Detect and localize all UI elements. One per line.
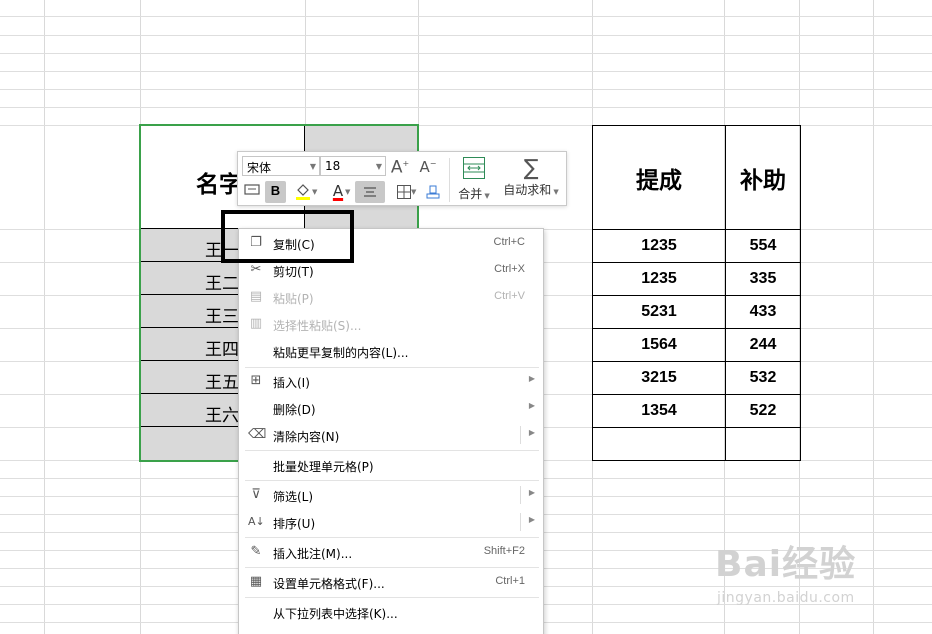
menu-item-paste-earlier[interactable]: 粘贴更早复制的内容(L)...: [239, 339, 543, 363]
chevron-down-icon: ▼: [375, 162, 382, 171]
menu-item-clear-contents[interactable]: ⌫ 清除内容(N) ▶: [239, 423, 543, 447]
chevron-right-icon: ▶: [528, 488, 535, 497]
menu-item-batch-process[interactable]: 批量处理单元格(P): [239, 453, 543, 477]
table-cell[interactable]: 3215: [592, 361, 726, 395]
paste-special-icon: ▥: [249, 316, 263, 331]
header-allowance[interactable]: 补助: [725, 125, 801, 230]
comment-icon: ✎: [250, 544, 262, 559]
menu-separator: [245, 367, 539, 368]
scissors-icon: ✂: [250, 262, 262, 277]
chevron-right-icon: ▶: [528, 515, 535, 524]
table-cell[interactable]: 1354: [592, 394, 726, 428]
menu-separator: [245, 480, 539, 481]
increase-font-icon: A: [390, 157, 403, 178]
sort-icon: A↓: [248, 515, 265, 528]
chevron-right-icon: ▶: [528, 374, 535, 383]
clear-format-button[interactable]: [422, 181, 444, 203]
highlight-box: [221, 210, 354, 263]
bold-button[interactable]: B: [265, 181, 286, 203]
context-menu: ❐ 复制(C) Ctrl+C ✂ 剪切(T) Ctrl+X ▤ 粘贴(P) Ct…: [238, 228, 544, 634]
decrease-font-icon: A: [419, 158, 430, 176]
menu-item-format-cells[interactable]: ▦ 设置单元格格式(F)... Ctrl+1: [239, 570, 543, 594]
align-center-icon: [364, 187, 376, 197]
fill-color-button[interactable]: ▼: [290, 181, 318, 203]
table-cell[interactable]: 1564: [592, 328, 726, 362]
format-painter-button[interactable]: [242, 182, 262, 204]
font-color-icon: A: [332, 182, 344, 200]
font-size-select[interactable]: 18 ▼: [320, 156, 386, 176]
table-cell[interactable]: 554: [725, 229, 801, 263]
menu-separator: [245, 597, 539, 598]
eraser-icon: ⌫: [248, 427, 267, 442]
chevron-down-icon: ▼: [309, 162, 316, 171]
paint-bucket-icon: [296, 184, 310, 200]
merge-button[interactable]: 合并 ▼: [454, 156, 494, 204]
toolbar-separator: [449, 158, 450, 202]
table-cell[interactable]: 522: [725, 394, 801, 428]
chevron-right-icon: ▶: [528, 428, 535, 437]
menu-item-insert-comment[interactable]: ✎ 插入批注(M)... Shift+F2: [239, 540, 543, 564]
menu-separator: [245, 567, 539, 568]
menu-item-paste-special[interactable]: ▥ 选择性粘贴(S)...: [239, 312, 543, 336]
autosum-label: 自动求和 ▼: [503, 183, 559, 197]
increase-font-button[interactable]: A+: [390, 154, 410, 178]
align-center-button[interactable]: [355, 181, 385, 203]
table-cell[interactable]: 1235: [592, 229, 726, 263]
menu-item-paste[interactable]: ▤ 粘贴(P) Ctrl+V: [239, 285, 543, 309]
header-commission[interactable]: 提成: [592, 125, 726, 230]
paste-icon: ▤: [249, 289, 263, 304]
menu-item-filter[interactable]: ⊽ 筛选(L) ▶: [239, 483, 543, 507]
right-table: 提成 补助 1235 554 1235 335 5231 433 1564 244 32…: [592, 125, 801, 461]
mini-toolbar: 宋体 ▼ 18 ▼ A+ A− B ▼ A ▼ ▼ 合并 ▼ ∑ 自动求和 ▼: [237, 151, 567, 206]
format-cells-icon: ▦: [249, 574, 263, 589]
font-name-value: 宋体: [247, 161, 272, 175]
decrease-font-button[interactable]: A−: [418, 154, 438, 176]
watermark-url: jingyan.baidu.com: [717, 590, 855, 606]
font-name-select[interactable]: 宋体 ▼: [242, 156, 320, 176]
menu-separator: [245, 537, 539, 538]
table-cell[interactable]: 335: [725, 262, 801, 296]
merge-label: 合并 ▼: [458, 187, 490, 201]
insert-cells-icon: ⊞: [250, 373, 262, 388]
menu-separator: [245, 450, 539, 451]
table-cell[interactable]: 244: [725, 328, 801, 362]
baidu-watermark: Bai经验 jingyan.baidu.com: [715, 535, 857, 606]
merge-cells-icon: [463, 157, 485, 179]
watermark-brand: Bai经验: [715, 544, 857, 585]
menu-item-sort[interactable]: A↓ 排序(U) ▶: [239, 510, 543, 534]
autosum-button[interactable]: ∑ 自动求和 ▼: [500, 156, 562, 204]
borders-button[interactable]: ▼: [390, 181, 418, 203]
font-color-button[interactable]: A ▼: [324, 181, 352, 203]
format-painter-icon: [244, 184, 260, 195]
chevron-right-icon: ▶: [528, 401, 535, 410]
filter-icon: ⊽: [251, 487, 261, 502]
borders-icon: [397, 185, 411, 199]
table-cell[interactable]: 5231: [592, 295, 726, 329]
table-cell[interactable]: [592, 427, 726, 461]
font-size-value: 18: [325, 159, 341, 173]
menu-item-delete[interactable]: 删除(D) ▶: [239, 396, 543, 420]
table-cell[interactable]: 433: [725, 295, 801, 329]
table-cell[interactable]: 532: [725, 361, 801, 395]
menu-item-pick-from-list[interactable]: 从下拉列表中选择(K)...: [239, 600, 543, 624]
menu-item-insert[interactable]: ⊞ 插入(I) ▶: [239, 369, 543, 393]
table-cell[interactable]: 1235: [592, 262, 726, 296]
table-cell[interactable]: [725, 427, 801, 461]
sigma-icon: ∑: [523, 156, 539, 181]
eraser-icon: [426, 185, 440, 199]
